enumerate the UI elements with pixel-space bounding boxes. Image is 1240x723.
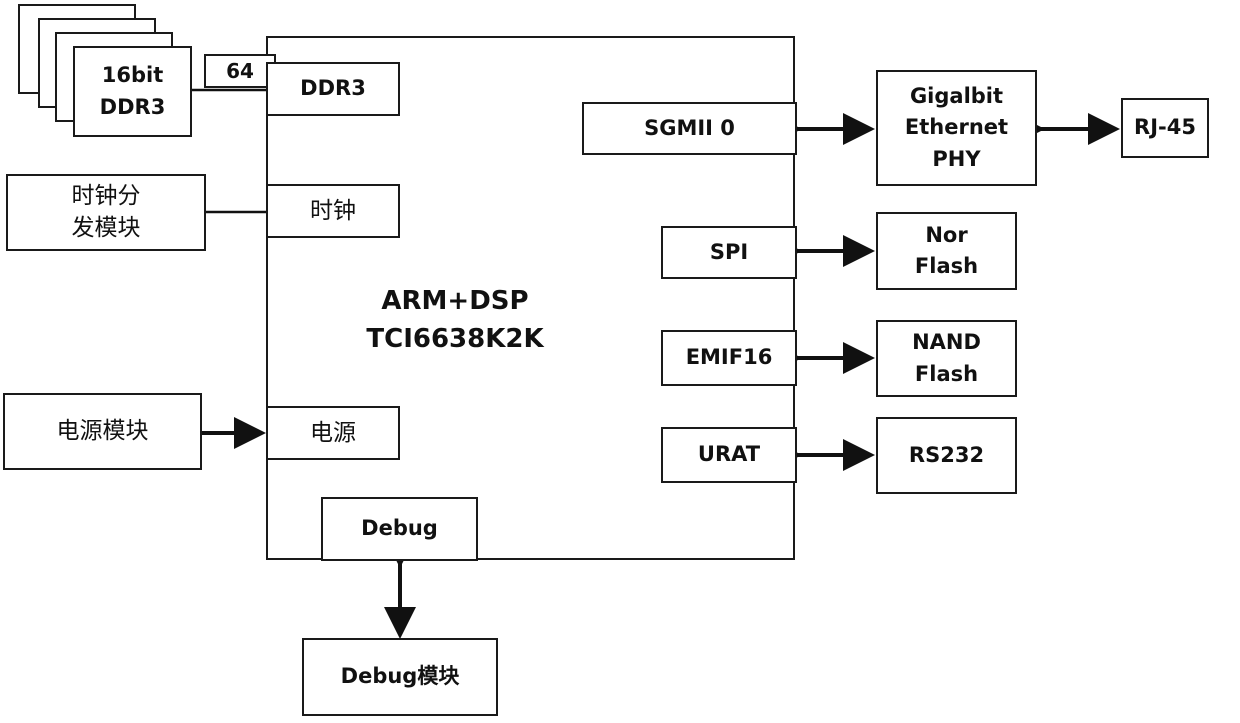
spi-port: SPI — [661, 226, 797, 279]
spi-port-label: SPI — [709, 239, 749, 264]
uart-port-label: URAT — [697, 442, 761, 467]
nor-flash-label-2: Flash — [914, 254, 979, 278]
rj45-label: RJ-45 — [1134, 115, 1196, 140]
debug-port: Debug — [321, 497, 478, 561]
nand-flash: NAND Flash — [876, 320, 1017, 397]
rs232-device: RS232 — [876, 417, 1017, 494]
nor-flash: Nor Flash — [876, 212, 1017, 290]
debug-module: Debug模块 — [302, 638, 498, 716]
sgmii-port-label: SGMII 0 — [644, 115, 735, 140]
ddr3-port-label: DDR3 — [300, 76, 366, 101]
debug-port-label: Debug — [361, 516, 438, 541]
power-module-label: 电源模块 — [56, 418, 149, 445]
debug-module-label: Debug模块 — [340, 664, 460, 689]
phy-label-3: PHY — [932, 146, 981, 171]
clock-port: 时钟 — [266, 184, 400, 238]
clock-module-label-1: 时钟分 — [71, 183, 141, 210]
phy-label-1: Gigalbit — [909, 83, 1004, 108]
power-port-label: 电源 — [310, 419, 356, 446]
power-module: 电源模块 — [3, 393, 202, 470]
power-port: 电源 — [266, 406, 400, 460]
ethernet-phy: Gigalbit Ethernet PHY — [876, 70, 1037, 186]
clock-distribution-module: 时钟分 发模块 — [6, 174, 206, 251]
ddr3-port: DDR3 — [266, 62, 400, 116]
nand-flash-label-2: Flash — [914, 361, 979, 386]
phy-label-2: Ethernet — [904, 115, 1009, 140]
bus-width-text: 64 — [226, 59, 254, 83]
nor-flash-label-1: Nor — [925, 222, 968, 247]
nand-flash-label-1: NAND — [912, 330, 981, 354]
clock-module-label-2: 发模块 — [71, 214, 141, 241]
clock-port-label: 时钟 — [310, 197, 356, 224]
uart-port: URAT — [661, 427, 797, 483]
rs232-label: RS232 — [908, 442, 985, 467]
rj45-connector: RJ-45 — [1121, 98, 1209, 158]
emif16-port-label: EMIF16 — [685, 345, 773, 370]
sgmii-port: SGMII 0 — [582, 102, 797, 155]
emif16-port: EMIF16 — [661, 330, 797, 386]
